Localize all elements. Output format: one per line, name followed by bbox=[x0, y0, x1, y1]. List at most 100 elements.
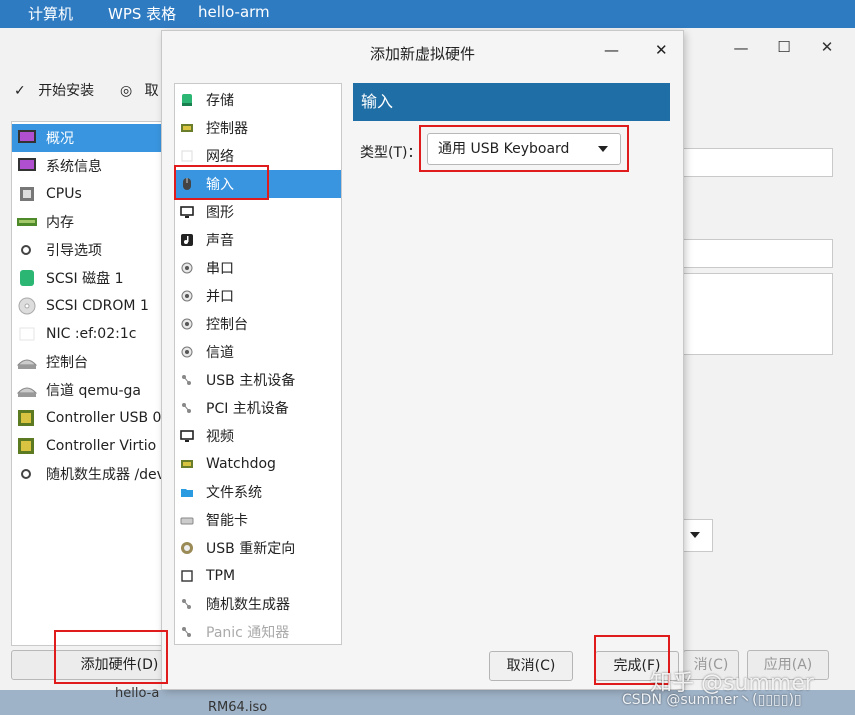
begin-install-button[interactable]: ✓ 开始安装 bbox=[14, 80, 94, 100]
memory-icon bbox=[16, 213, 38, 231]
hardware-list-item[interactable]: 并口 bbox=[175, 282, 341, 310]
watermark-csdn: CSDN @summer丶(▯▯▯▯)▯ bbox=[622, 692, 802, 708]
hardware-list-item[interactable]: Watchdog bbox=[175, 450, 341, 478]
overview-list-item[interactable]: CPUs bbox=[12, 180, 167, 208]
usb-icon bbox=[180, 373, 194, 387]
dialog-cancel-button[interactable]: 取消(C) bbox=[489, 651, 573, 681]
serial-icon bbox=[180, 261, 194, 275]
hardware-list-item[interactable]: USB 主机设备 bbox=[175, 366, 341, 394]
hardware-list-item-label: 随机数生成器 bbox=[206, 597, 290, 613]
hardware-list-item[interactable]: 智能卡 bbox=[175, 506, 341, 534]
nic-icon bbox=[16, 325, 38, 343]
maximize-icon[interactable]: ☐ bbox=[773, 38, 795, 56]
overview-list-item[interactable]: 系统信息 bbox=[12, 152, 167, 180]
hardware-list-item[interactable]: 存储 bbox=[175, 86, 341, 114]
cdrom-icon bbox=[16, 297, 38, 315]
type-label: 类型(T)： bbox=[360, 145, 422, 161]
overview-list-item[interactable]: 信道 qemu-ga bbox=[12, 376, 167, 404]
taskbar: 计算机 WPS 表格 hello-arm bbox=[0, 0, 855, 28]
sound-icon bbox=[180, 233, 194, 247]
hardware-list-item-label: 串口 bbox=[206, 261, 234, 277]
taskbar-item-wps[interactable]: WPS 表格 bbox=[108, 3, 176, 24]
hardware-list-item[interactable]: USB 重新定向 bbox=[175, 534, 341, 562]
hardware-list-item-label: 控制台 bbox=[206, 317, 248, 333]
hardware-list-item-label: 图形 bbox=[206, 205, 234, 221]
overview-list-item-label: Controller USB 0 bbox=[46, 410, 162, 426]
dialog-minimize-icon[interactable]: — bbox=[604, 41, 619, 59]
hardware-list-item[interactable]: 视频 bbox=[175, 422, 341, 450]
overview-list-item[interactable]: Controller USB 0 bbox=[12, 404, 167, 432]
hardware-list-item[interactable]: 随机数生成器 bbox=[175, 590, 341, 618]
highlight-box-input bbox=[174, 165, 269, 200]
panic-icon bbox=[180, 625, 194, 639]
hardware-list-item-label: 视频 bbox=[206, 429, 234, 445]
hardware-list-item-label: Panic 通知器 bbox=[206, 625, 290, 641]
overview-list-item-label: 随机数生成器 /dev bbox=[46, 467, 165, 483]
detail-textarea[interactable] bbox=[682, 273, 833, 355]
chevron-down-icon bbox=[690, 532, 700, 538]
boot-gear-icon bbox=[16, 241, 38, 259]
storage-icon bbox=[180, 93, 194, 107]
disk-icon bbox=[16, 269, 38, 287]
overview-list-item[interactable]: SCSI CDROM 1 bbox=[12, 292, 167, 320]
overview-list-item-label: 引导选项 bbox=[46, 243, 102, 259]
highlight-box-type bbox=[419, 125, 629, 172]
rng-icon bbox=[180, 597, 194, 611]
overview-list-item-label: 信道 qemu-ga bbox=[46, 383, 141, 399]
overview-icon bbox=[16, 129, 38, 147]
minimize-icon[interactable]: — bbox=[730, 39, 752, 57]
hardware-list-item-label: 信道 bbox=[206, 345, 234, 361]
detail-input-1[interactable] bbox=[682, 148, 833, 177]
overview-list-item-label: SCSI CDROM 1 bbox=[46, 298, 149, 314]
hardware-list-item[interactable]: TPM bbox=[175, 562, 341, 590]
check-icon: ✓ bbox=[14, 83, 26, 99]
overview-list-item-label: NIC :ef:02:1c bbox=[46, 326, 137, 342]
dialog-close-icon[interactable]: ✕ bbox=[655, 41, 668, 59]
sysinfo-icon bbox=[16, 157, 38, 175]
overview-list-item[interactable]: 内存 bbox=[12, 208, 167, 236]
overview-list-item[interactable]: 概况 bbox=[12, 124, 167, 152]
hardware-list-item-label: 控制器 bbox=[206, 121, 248, 137]
monitor-icon bbox=[180, 205, 194, 219]
usb-redirect-icon bbox=[180, 541, 194, 555]
console-icon bbox=[16, 353, 38, 371]
cancel-install-button[interactable]: ◎ 取 bbox=[120, 80, 159, 100]
detail-input-2[interactable] bbox=[682, 239, 833, 268]
desktop-file-label: RM64.iso bbox=[208, 700, 268, 715]
channel-icon bbox=[180, 345, 194, 359]
detail-dropdown[interactable] bbox=[682, 519, 713, 552]
overview-list-item[interactable]: Controller Virtio SC bbox=[12, 432, 167, 460]
taskbar-item-computer[interactable]: 计算机 bbox=[28, 3, 73, 24]
watchdog-icon bbox=[180, 457, 194, 471]
hardware-list-item-label: Watchdog bbox=[206, 456, 276, 472]
rng-gear-icon bbox=[16, 465, 38, 483]
hardware-list-item[interactable]: Panic 通知器 bbox=[175, 618, 341, 644]
hardware-list-item[interactable]: PCI 主机设备 bbox=[175, 394, 341, 422]
controller-icon bbox=[180, 121, 194, 135]
close-icon[interactable]: ✕ bbox=[816, 38, 838, 56]
hardware-list-item[interactable]: 声音 bbox=[175, 226, 341, 254]
hardware-list-item[interactable]: 图形 bbox=[175, 198, 341, 226]
hardware-list-item[interactable]: 控制台 bbox=[175, 310, 341, 338]
hardware-list-item[interactable]: 信道 bbox=[175, 338, 341, 366]
overview-list-item[interactable]: 控制台 bbox=[12, 348, 167, 376]
hardware-list-item-label: TPM bbox=[206, 568, 236, 584]
desktop-file-label: hello-a bbox=[115, 686, 160, 701]
hardware-list-item[interactable]: 文件系统 bbox=[175, 478, 341, 506]
taskbar-item-hello-arm[interactable]: hello-arm bbox=[198, 3, 270, 21]
channel-icon bbox=[16, 381, 38, 399]
hardware-list-item[interactable]: 控制器 bbox=[175, 114, 341, 142]
hardware-list-item-label: 智能卡 bbox=[206, 513, 248, 529]
overview-list-item[interactable]: SCSI 磁盘 1 bbox=[12, 264, 167, 292]
parallel-icon bbox=[180, 289, 194, 303]
overview-list-item[interactable]: NIC :ef:02:1c bbox=[12, 320, 167, 348]
hardware-overview-list: 概况 系统信息 CPUs 内存引导选项 SCSI 磁盘 1 SCSI CDROM 1 NIC… bbox=[11, 121, 168, 646]
overview-list-item[interactable]: 随机数生成器 /dev bbox=[12, 460, 167, 488]
pci-icon bbox=[180, 401, 194, 415]
network-icon bbox=[180, 149, 194, 163]
hardware-list-item[interactable]: 串口 bbox=[175, 254, 341, 282]
overview-list-item-label: 内存 bbox=[46, 215, 74, 231]
tpm-icon bbox=[180, 569, 194, 583]
overview-list-item[interactable]: 引导选项 bbox=[12, 236, 167, 264]
cpu-icon bbox=[16, 185, 38, 203]
